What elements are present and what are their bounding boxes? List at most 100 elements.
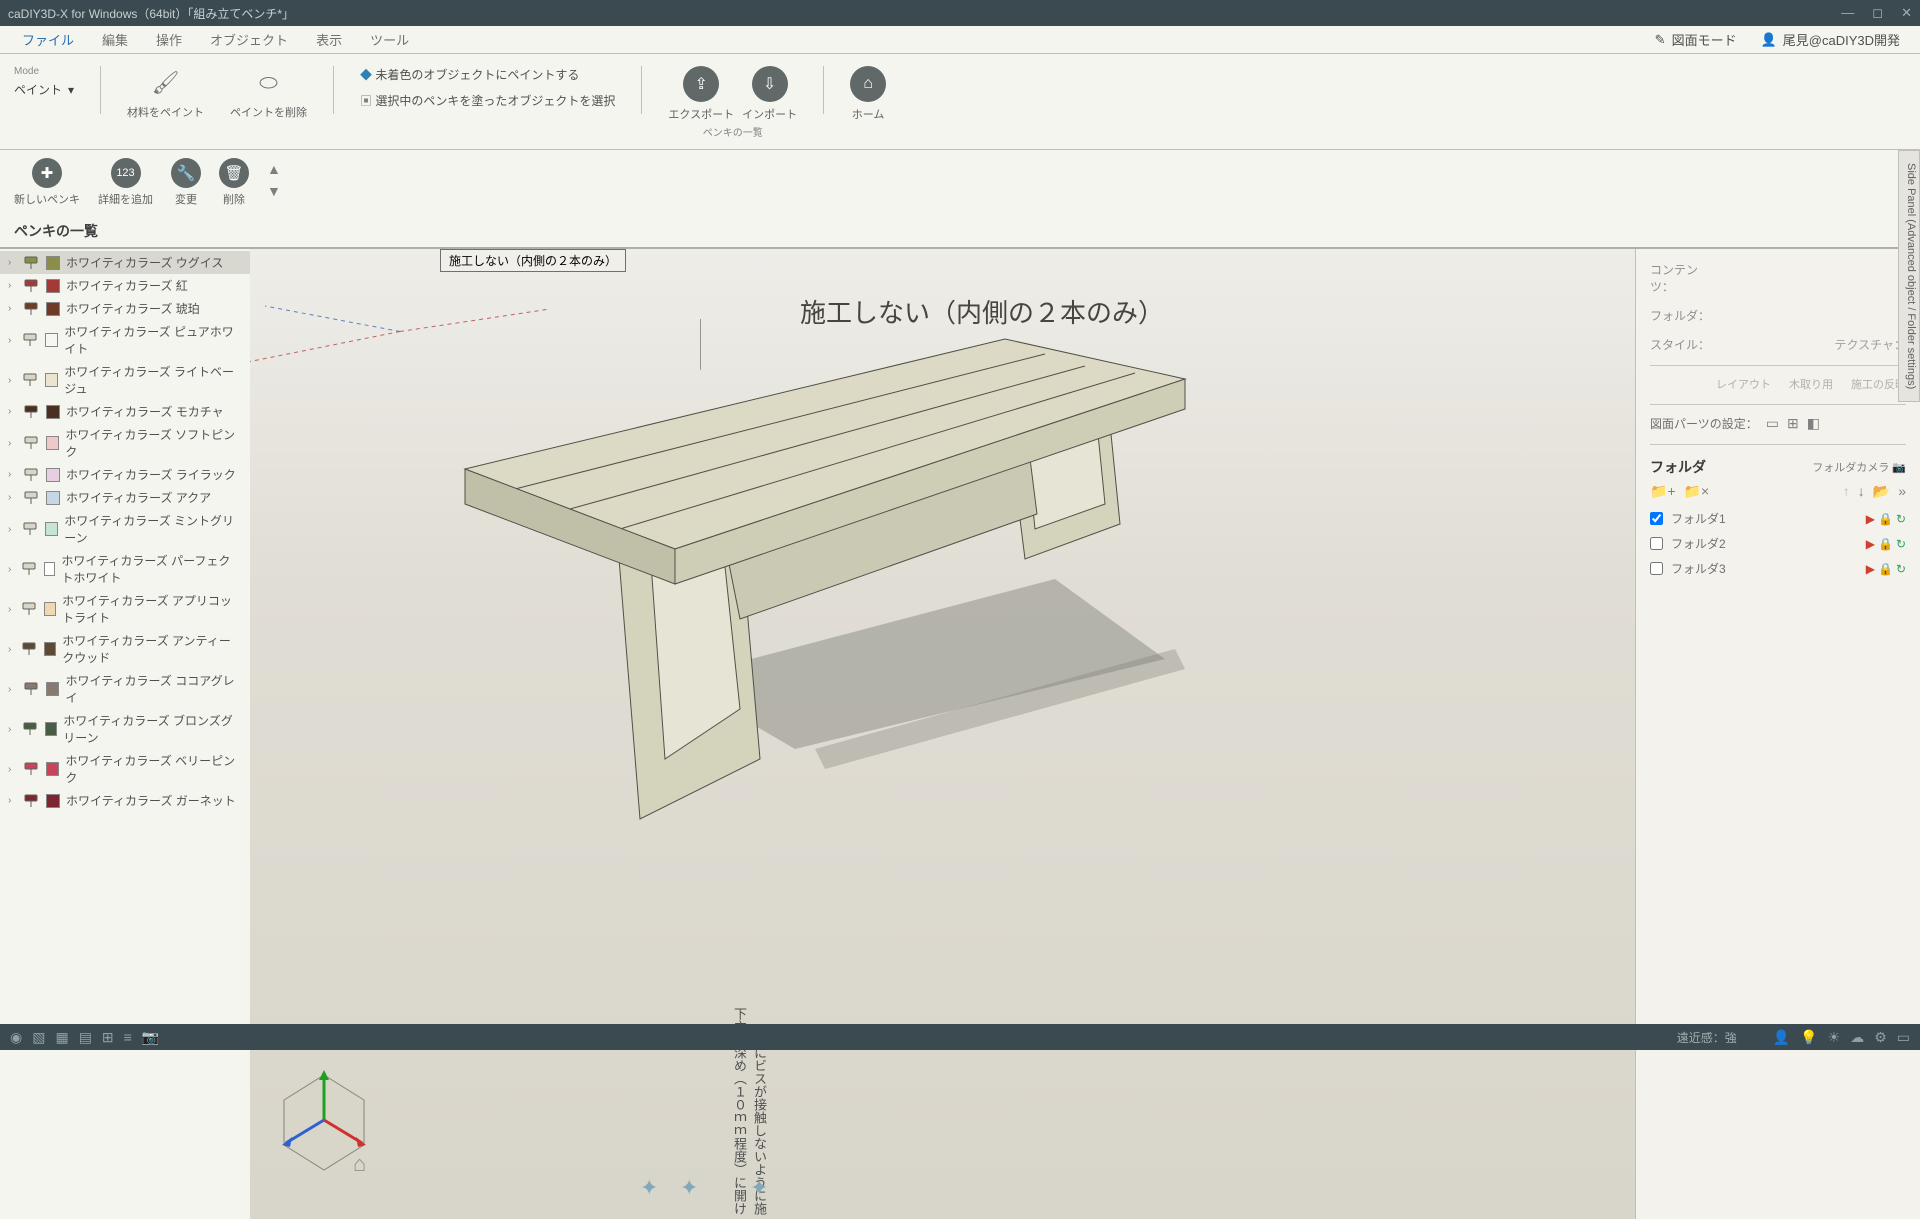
- import-button[interactable]: ⇩ インポート: [742, 66, 797, 122]
- parts-icon-1[interactable]: ▭: [1766, 415, 1779, 432]
- paint-item[interactable]: ›ホワイティカラーズ ピュアホワイト: [0, 320, 250, 360]
- paint-option-unpainted[interactable]: ◆ 未着色のオブジェクトにペイントする: [360, 66, 615, 83]
- paint-item[interactable]: ›ホワイティカラーズ ミントグリーン: [0, 509, 250, 549]
- minimize-button[interactable]: —: [1841, 5, 1854, 21]
- floor-marker-1[interactable]: ✦: [640, 1175, 658, 1201]
- folder-chev-icon[interactable]: »: [1898, 483, 1906, 500]
- color-swatch: [46, 491, 60, 505]
- paint-material-button[interactable]: 🖌 材料をペイント: [127, 66, 204, 120]
- floor-marker-2[interactable]: ✦: [680, 1175, 698, 1201]
- menu-view[interactable]: 表示: [302, 30, 356, 49]
- play-icon[interactable]: ▶: [1866, 562, 1875, 576]
- paint-item-label: ホワイティカラーズ ライトベージュ: [64, 363, 242, 397]
- paint-item[interactable]: ›ホワイティカラーズ ウグイス: [0, 251, 250, 274]
- menu-operate[interactable]: 操作: [142, 30, 196, 49]
- move-down-button[interactable]: ▼: [267, 183, 281, 199]
- drawing-mode-toggle[interactable]: ✎ 図面モード: [1643, 30, 1749, 49]
- viewport-note-top: 施工しない（内側の２本のみ）: [440, 249, 626, 272]
- menu-file[interactable]: ファイル: [8, 30, 88, 49]
- delete-button[interactable]: 🗑 削除: [219, 158, 249, 207]
- folder-up-icon[interactable]: ↑: [1843, 483, 1850, 500]
- home-button[interactable]: ⌂ ホーム: [850, 66, 886, 122]
- menu-object[interactable]: オブジェクト: [196, 30, 302, 49]
- lock-icon[interactable]: 🔒: [1878, 512, 1893, 526]
- paint-item[interactable]: ›ホワイティカラーズ ガーネット: [0, 789, 250, 812]
- folder-camera-button[interactable]: フォルダカメラ 📷: [1812, 459, 1906, 475]
- folder-open-icon[interactable]: 📂: [1873, 483, 1890, 500]
- paint-item[interactable]: ›ホワイティカラーズ パーフェクトホワイト: [0, 549, 250, 589]
- paint-option-select-painted[interactable]: ▣ 選択中のペンキを塗ったオブジェクトを選択: [360, 92, 615, 109]
- paint-item[interactable]: ›ホワイティカラーズ アンティークウッド: [0, 629, 250, 669]
- paint-item[interactable]: ›ホワイティカラーズ ベリーピンク: [0, 749, 250, 789]
- folder-checkbox[interactable]: [1650, 562, 1663, 575]
- drawing-parts-label: 図面パーツの設定：: [1650, 415, 1758, 432]
- chevron-right-icon: ›: [8, 604, 16, 615]
- status-cube-3-icon[interactable]: ▦: [55, 1029, 68, 1046]
- new-paint-button[interactable]: ✚ 新しいペンキ: [14, 158, 80, 207]
- paint-item[interactable]: ›ホワイティカラーズ 琥珀: [0, 297, 250, 320]
- paint-item[interactable]: ›ホワイティカラーズ アクア: [0, 486, 250, 509]
- folder-row[interactable]: フォルダ1▶🔒↻: [1650, 506, 1906, 531]
- paint-item[interactable]: ›ホワイティカラーズ ココアグレイ: [0, 669, 250, 709]
- chevron-right-icon: ›: [8, 257, 18, 268]
- user-display[interactable]: 👤 尾見@caDIY3D開発: [1749, 30, 1912, 49]
- paint-item[interactable]: ›ホワイティカラーズ ライラック: [0, 463, 250, 486]
- refresh-icon[interactable]: ↻: [1896, 512, 1906, 526]
- lock-icon[interactable]: 🔒: [1878, 562, 1893, 576]
- status-cube-1-icon[interactable]: ◉: [10, 1029, 22, 1046]
- status-camera-icon[interactable]: 📷: [142, 1029, 159, 1046]
- menu-tools[interactable]: ツール: [356, 30, 423, 49]
- side-panel-tab[interactable]: Side Panel (Advanced object / Folder set…: [1898, 150, 1920, 402]
- folder-add-icon[interactable]: 📁+: [1650, 483, 1676, 500]
- status-bulb-icon[interactable]: 💡: [1800, 1029, 1817, 1046]
- menu-edit[interactable]: 編集: [88, 30, 142, 49]
- home-view-icon[interactable]: ⌂: [353, 1151, 366, 1177]
- status-person-icon[interactable]: 👤: [1773, 1029, 1790, 1046]
- paint-item[interactable]: ›ホワイティカラーズ アプリコットライト: [0, 589, 250, 629]
- status-gear-icon[interactable]: ⚙: [1874, 1029, 1887, 1046]
- roller-icon: [24, 491, 40, 505]
- refresh-icon[interactable]: ↻: [1896, 562, 1906, 576]
- parts-icon-2[interactable]: ⊞: [1787, 415, 1799, 432]
- add-detail-button[interactable]: 123 詳細を追加: [98, 158, 153, 207]
- left-panel: ›ホワイティカラーズ ウグイス›ホワイティカラーズ 紅›ホワイティカラーズ 琥珀…: [0, 249, 250, 1219]
- trash-icon: 🗑: [219, 158, 249, 188]
- viewport-3d[interactable]: 施工しない（内側の２本のみ） 施工しない（内側の２本のみ）: [250, 249, 1635, 1219]
- parts-icon-3[interactable]: ◧: [1807, 415, 1820, 432]
- close-button[interactable]: ✕: [1901, 5, 1912, 21]
- folder-checkbox[interactable]: [1650, 512, 1663, 525]
- maximize-button[interactable]: ◻: [1872, 5, 1883, 21]
- paint-remove-button[interactable]: ⬭ ペイントを削除: [230, 66, 307, 120]
- paint-item-label: ホワイティカラーズ ピュアホワイト: [64, 323, 242, 357]
- folder-row[interactable]: フォルダ3 ▶🔒↻: [1650, 556, 1906, 581]
- mode-selector[interactable]: Mode ペイント▾: [14, 66, 74, 98]
- export-button[interactable]: ⇪ エクスポート: [668, 66, 734, 122]
- folder-row[interactable]: フォルダ2▶🔒↻: [1650, 531, 1906, 556]
- status-grid-icon[interactable]: ⊞: [102, 1029, 114, 1046]
- status-help-icon[interactable]: ▭: [1897, 1029, 1910, 1046]
- move-up-button[interactable]: ▲: [267, 161, 281, 177]
- play-icon[interactable]: ▶: [1866, 537, 1875, 551]
- folder-down-icon[interactable]: ↓: [1858, 483, 1865, 500]
- status-ruler-icon[interactable]: ≡: [124, 1029, 132, 1045]
- paint-item[interactable]: ›ホワイティカラーズ 紅: [0, 274, 250, 297]
- roller-icon: [23, 722, 39, 736]
- paint-item[interactable]: ›ホワイティカラーズ モカチャ: [0, 400, 250, 423]
- folder-name: フォルダ3: [1671, 560, 1726, 577]
- lock-icon[interactable]: 🔒: [1878, 537, 1893, 551]
- folder-del-icon[interactable]: 📁×: [1684, 483, 1710, 500]
- status-cloud-icon[interactable]: ☁: [1850, 1029, 1864, 1046]
- refresh-icon[interactable]: ↻: [1896, 537, 1906, 551]
- folder-checkbox[interactable]: [1650, 537, 1663, 550]
- status-cube-2-icon[interactable]: ▧: [32, 1029, 45, 1046]
- change-button[interactable]: 🔧 変更: [171, 158, 201, 207]
- paint-item[interactable]: ›ホワイティカラーズ ソフトピンク: [0, 423, 250, 463]
- status-sun-icon[interactable]: ☀: [1828, 1029, 1841, 1046]
- paint-item[interactable]: ›ホワイティカラーズ ブロンズグリーン: [0, 709, 250, 749]
- app-title: caDIY3D-X for Windows（64bit）「組み立てベンチ*」: [8, 5, 294, 22]
- play-icon[interactable]: ▶: [1866, 512, 1875, 526]
- orientation-gizmo[interactable]: [274, 1065, 394, 1185]
- status-cube-4-icon[interactable]: ▤: [79, 1029, 92, 1046]
- floor-marker-3[interactable]: ✦: [750, 1175, 768, 1201]
- paint-item[interactable]: ›ホワイティカラーズ ライトベージュ: [0, 360, 250, 400]
